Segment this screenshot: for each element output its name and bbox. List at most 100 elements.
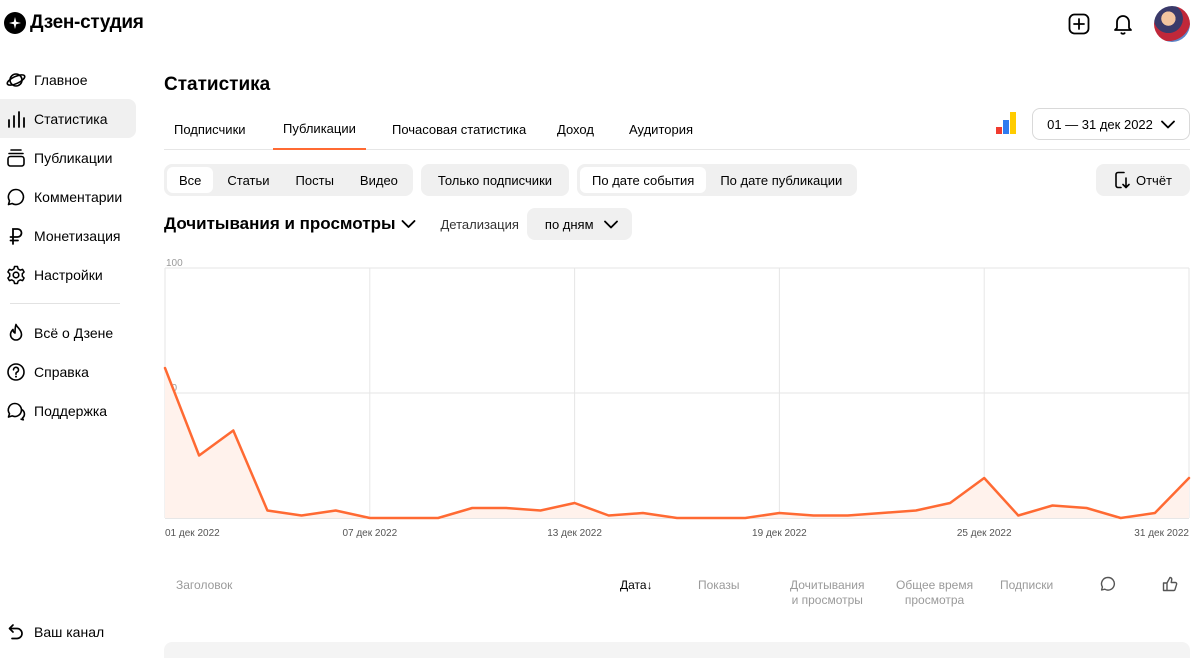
user-avatar[interactable]: [1154, 6, 1190, 42]
sidebar-item-statistics[interactable]: Статистика: [0, 99, 136, 138]
data-point: [606, 513, 612, 519]
filter-by-publication-date[interactable]: По дате публикации: [708, 167, 854, 193]
statistics-tabs: Подписчики Публикации Почасовая статисти…: [164, 108, 1190, 150]
data-point: [674, 515, 680, 521]
sidebar-item-label: Всё о Дзене: [34, 324, 114, 341]
column-impressions[interactable]: Показы: [698, 578, 739, 593]
chevron-down-icon: [603, 220, 618, 228]
data-point: [981, 475, 987, 481]
sidebar-item-monetization[interactable]: Монетизация: [0, 216, 136, 255]
detail-value: по дням: [544, 216, 594, 232]
x-tick-label: 13 дек 2022: [547, 528, 602, 539]
sidebar-item-about-zen[interactable]: Всё о Дзене: [0, 313, 136, 352]
data-point: [947, 500, 953, 506]
chevron-down-icon: [1160, 120, 1175, 128]
data-point: [845, 513, 851, 519]
data-point: [1084, 505, 1090, 511]
data-point: [742, 515, 748, 521]
column-comments[interactable]: [1100, 576, 1116, 596]
data-point: [367, 515, 373, 521]
date-range-picker[interactable]: 01 — 31 дек 2022: [1032, 108, 1190, 140]
column-date[interactable]: Дата↓: [620, 578, 653, 593]
metric-row: Дочитывания и просмотры Детализация по д…: [164, 208, 632, 240]
filter-posts[interactable]: Посты: [284, 167, 346, 193]
tab-hourly-statistics[interactable]: Почасовая статистика: [382, 108, 536, 150]
bar-chart-icon: [6, 109, 26, 129]
x-tick-label: 31 дек 2022: [1134, 528, 1189, 539]
sidebar-item-settings[interactable]: Настройки: [0, 255, 136, 294]
metric-selector[interactable]: Дочитывания и просмотры: [164, 214, 416, 234]
date-mode-filter: По дате события По дате публикации: [577, 164, 858, 196]
report-button[interactable]: Отчёт: [1096, 164, 1190, 196]
like-icon: [1162, 576, 1178, 592]
data-point: [708, 515, 714, 521]
y-tick-label: 100: [166, 258, 183, 269]
data-point: [1015, 513, 1021, 519]
back-arrow-icon: [6, 622, 26, 642]
column-total-watch-time[interactable]: Общее время просмотра: [896, 578, 973, 608]
question-icon: [6, 362, 26, 382]
top-actions: [1066, 6, 1190, 42]
sidebar-item-label: Главное: [34, 71, 88, 88]
detail-selector[interactable]: по дням: [526, 208, 632, 240]
tab-income[interactable]: Доход: [547, 108, 604, 150]
column-title[interactable]: Заголовок: [176, 578, 232, 593]
data-point: [196, 453, 202, 459]
sidebar-item-support[interactable]: Поддержка: [0, 391, 136, 430]
sidebar-item-your-channel[interactable]: Ваш канал: [0, 612, 136, 651]
data-point: [162, 365, 168, 371]
chevron-down-icon: [402, 220, 416, 228]
comment-icon: [1100, 576, 1116, 591]
column-reads-views[interactable]: Дочитывания и просмотры: [790, 578, 865, 608]
sort-arrow-icon: ↓: [646, 578, 653, 592]
zen-logo-icon: [4, 12, 26, 34]
tab-publications[interactable]: Публикации: [273, 108, 366, 150]
sidebar-item-label: Справка: [34, 363, 89, 380]
content-type-filter: Все Статьи Посты Видео: [164, 164, 413, 196]
series-area: [165, 368, 1189, 518]
filter-subscribers-only[interactable]: Только подписчики: [424, 167, 566, 193]
filters-bar: Все Статьи Посты Видео Только подписчики…: [164, 164, 858, 196]
app-title: Дзен-студия: [30, 12, 144, 33]
sidebar-item-label: Публикации: [34, 149, 113, 166]
column-likes[interactable]: [1162, 576, 1178, 596]
data-point: [811, 513, 817, 519]
sidebar-divider: [10, 303, 120, 304]
sidebar-bottom: Ваш канал: [0, 612, 136, 651]
metric-label: Дочитывания и просмотры: [164, 214, 396, 233]
sidebar-item-help[interactable]: Справка: [0, 352, 136, 391]
date-range-value: 01 — 31 дек 2022: [1047, 116, 1153, 132]
sidebar-item-label: Настройки: [34, 266, 103, 283]
bell-icon: [1114, 15, 1132, 35]
data-point: [913, 508, 919, 514]
subscribers-only-filter: Только подписчики: [420, 164, 570, 196]
sidebar-item-label: Поддержка: [34, 402, 108, 419]
column-date-label: Дата: [620, 578, 647, 592]
chart-svg: 10050001 дек 202207 дек 202213 дек 20221…: [162, 258, 1191, 539]
add-publication-button[interactable]: [1066, 11, 1092, 37]
planet-icon: [6, 70, 26, 90]
filter-videos[interactable]: Видео: [348, 167, 410, 193]
filter-articles[interactable]: Статьи: [215, 167, 281, 193]
ruble-icon: [6, 226, 26, 246]
sidebar-item-comments[interactable]: Комментарии: [0, 177, 136, 216]
tab-subscribers[interactable]: Подписчики: [164, 108, 256, 150]
sidebar-item-main[interactable]: Главное: [0, 60, 136, 99]
comment-icon: [6, 187, 26, 207]
filter-all[interactable]: Все: [167, 167, 214, 193]
data-point: [230, 428, 236, 434]
x-tick-label: 07 дек 2022: [342, 528, 397, 539]
views-chart: 10050001 дек 202207 дек 202213 дек 20221…: [162, 258, 1191, 548]
stack-icon: [6, 148, 26, 168]
column-subscriptions[interactable]: Подписки: [1000, 578, 1053, 593]
data-point: [401, 515, 407, 521]
sidebar-item-publications[interactable]: Публикации: [0, 138, 136, 177]
metrica-logo-icon[interactable]: [996, 112, 1018, 134]
tab-audience[interactable]: Аудитория: [619, 108, 703, 150]
page-title: Статистика: [164, 74, 271, 95]
app-logo[interactable]: Дзен-студия: [4, 12, 144, 34]
sidebar: Главное Статистика Публикации Комментари…: [0, 60, 136, 430]
filter-by-event-date[interactable]: По дате события: [580, 167, 707, 193]
data-point: [776, 510, 782, 516]
notifications-button[interactable]: [1110, 11, 1136, 37]
